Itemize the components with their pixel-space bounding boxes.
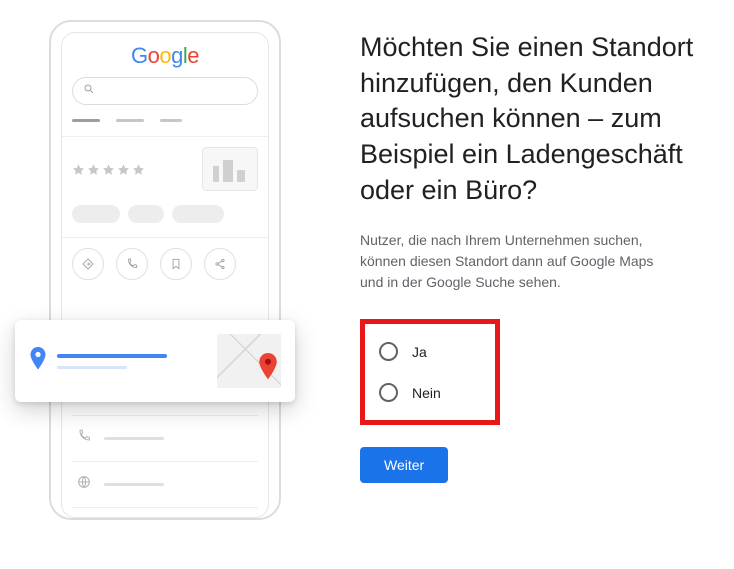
google-logo: Google <box>72 43 258 69</box>
radio-icon <box>379 342 398 361</box>
globe-icon <box>76 474 92 495</box>
phone-icon <box>76 428 92 449</box>
page-title: Möchten Sie einen Standort hinzufügen, d… <box>360 30 700 208</box>
illustration-phone: Google <box>15 20 295 540</box>
map-thumbnail <box>217 334 281 388</box>
location-card-illustration <box>15 320 295 402</box>
search-icon <box>83 82 95 100</box>
star-rating-icon <box>72 163 145 176</box>
image-placeholder-icon <box>202 147 258 191</box>
radio-icon <box>379 383 398 402</box>
phone-frame: Google <box>49 20 281 520</box>
action-buttons-row <box>72 248 258 280</box>
map-pin-icon <box>257 353 279 386</box>
search-bar-illustration <box>72 77 258 105</box>
radio-label: Ja <box>412 344 427 360</box>
phone-icon <box>116 248 148 280</box>
location-pin-icon <box>29 347 47 376</box>
radio-label: Nein <box>412 385 441 401</box>
page-subtext: Nutzer, die nach Ihrem Unternehmen suche… <box>360 230 670 293</box>
bookmark-icon <box>160 248 192 280</box>
radio-option-no[interactable]: Nein <box>379 377 481 408</box>
share-icon <box>204 248 236 280</box>
continue-button[interactable]: Weiter <box>360 447 448 483</box>
radio-option-yes[interactable]: Ja <box>379 336 481 367</box>
chip-placeholders <box>72 205 258 223</box>
location-question-form: Möchten Sie einen Standort hinzufügen, d… <box>360 30 700 483</box>
list-item <box>72 416 258 462</box>
phone-screen: Google <box>61 32 269 518</box>
list-item <box>72 462 258 508</box>
directions-icon <box>72 248 104 280</box>
radio-group-highlight: Ja Nein <box>360 319 500 425</box>
tab-indicators <box>72 119 258 122</box>
